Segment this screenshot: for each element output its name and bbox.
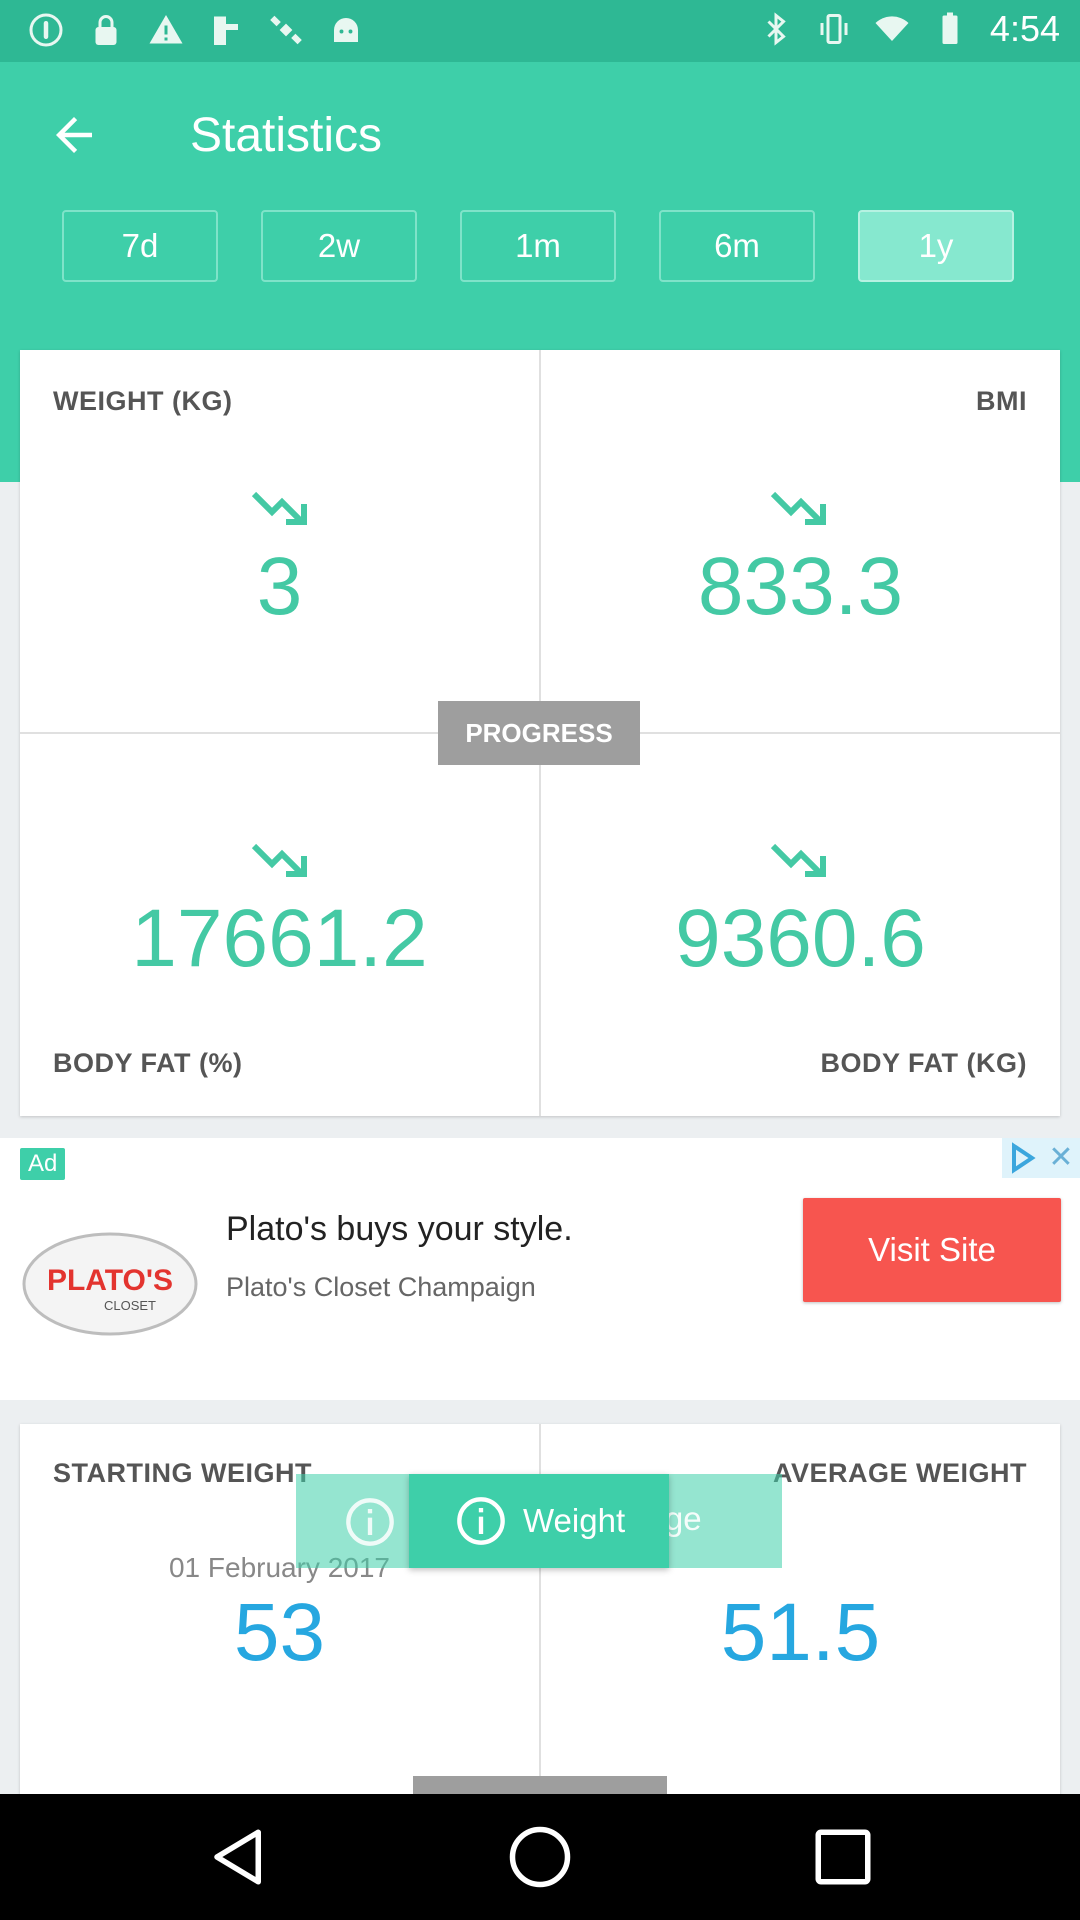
progress-badge: PROGRESS	[438, 701, 640, 765]
range-selector: 7d 2w 1m 6m 1y	[62, 210, 1014, 282]
wifi-icon	[875, 16, 909, 41]
range-1m-button[interactable]: 1m	[460, 210, 616, 282]
trending-down-icon	[251, 491, 307, 525]
status-bar: 4:54	[0, 0, 1080, 62]
recents-nav-icon[interactable]	[810, 1824, 876, 1890]
page-title: Statistics	[190, 109, 383, 162]
progress-card: WEIGHT (KG) 3 BMI 833.3 17661.2 BODY FAT…	[20, 350, 1060, 1116]
section-badge	[413, 1776, 667, 1796]
info-icon	[457, 1497, 505, 1545]
ad-tag: Ad	[20, 1148, 66, 1180]
starting-weight-value: 53	[233, 1587, 326, 1678]
ad-subtitle: Plato's Closet Champaign	[226, 1272, 536, 1302]
fake-gps-icon	[214, 16, 238, 45]
info-icon	[346, 1498, 394, 1546]
logo-text: PLATO'S	[47, 1264, 173, 1297]
satellite-icon	[270, 15, 302, 45]
bmi-label: BMI	[976, 386, 1027, 416]
tab-weight-label: Weight	[523, 1502, 626, 1539]
logo-subtext: CLOSET	[104, 1298, 156, 1313]
bmi-value: 833.3	[697, 541, 904, 632]
status-left-icons	[28, 12, 364, 48]
range-7d-button[interactable]: 7d	[62, 210, 218, 282]
back-nav-icon[interactable]	[206, 1824, 272, 1890]
tab-weight[interactable]: Weight	[409, 1474, 669, 1568]
range-2w-button[interactable]: 2w	[261, 210, 417, 282]
ad-choices-icon[interactable]	[1002, 1138, 1042, 1178]
average-weight-label: AVERAGE WEIGHT	[772, 1458, 1027, 1488]
starting-weight-label: STARTING WEIGHT	[53, 1458, 312, 1488]
body-fat-pct-value: 17661.2	[131, 893, 428, 984]
vibrate-icon	[820, 14, 848, 44]
status-right: 4:54	[758, 8, 1060, 50]
visit-site-button[interactable]: Visit Site	[803, 1198, 1061, 1302]
arrow-back-icon[interactable]	[44, 108, 104, 162]
range-1y-button[interactable]: 1y	[858, 210, 1014, 282]
weight-value: 3	[256, 541, 303, 632]
ad-headline: Plato's buys your style.	[226, 1210, 573, 1248]
body-fat-kg-value: 9360.6	[675, 893, 926, 984]
average-weight-value: 51.5	[720, 1587, 881, 1678]
battery-icon	[942, 12, 958, 44]
platos-closet-logo: PLATO'S CLOSET	[22, 1232, 198, 1336]
ad-close-icon[interactable]: ✕	[1042, 1138, 1080, 1178]
trending-down-icon	[770, 491, 826, 525]
android-icon	[334, 18, 358, 42]
trending-down-icon	[770, 843, 826, 877]
alert-circle-icon	[29, 13, 63, 47]
body-fat-kg-label: BODY FAT (KG)	[820, 1048, 1027, 1078]
trending-down-icon	[251, 843, 307, 877]
status-time: 4:54	[989, 8, 1060, 49]
lock-icon	[95, 15, 117, 45]
bluetooth-icon	[767, 12, 786, 46]
warning-icon	[149, 15, 183, 44]
range-6m-button[interactable]: 6m	[659, 210, 815, 282]
system-nav-bar	[0, 1794, 1080, 1920]
home-nav-icon[interactable]	[507, 1824, 573, 1890]
weight-label: WEIGHT (KG)	[53, 386, 233, 416]
body-fat-pct-label: BODY FAT (%)	[53, 1048, 243, 1078]
ad-banner[interactable]: Ad ✕ PLATO'S CLOSET Plato's buys your st…	[0, 1138, 1080, 1400]
